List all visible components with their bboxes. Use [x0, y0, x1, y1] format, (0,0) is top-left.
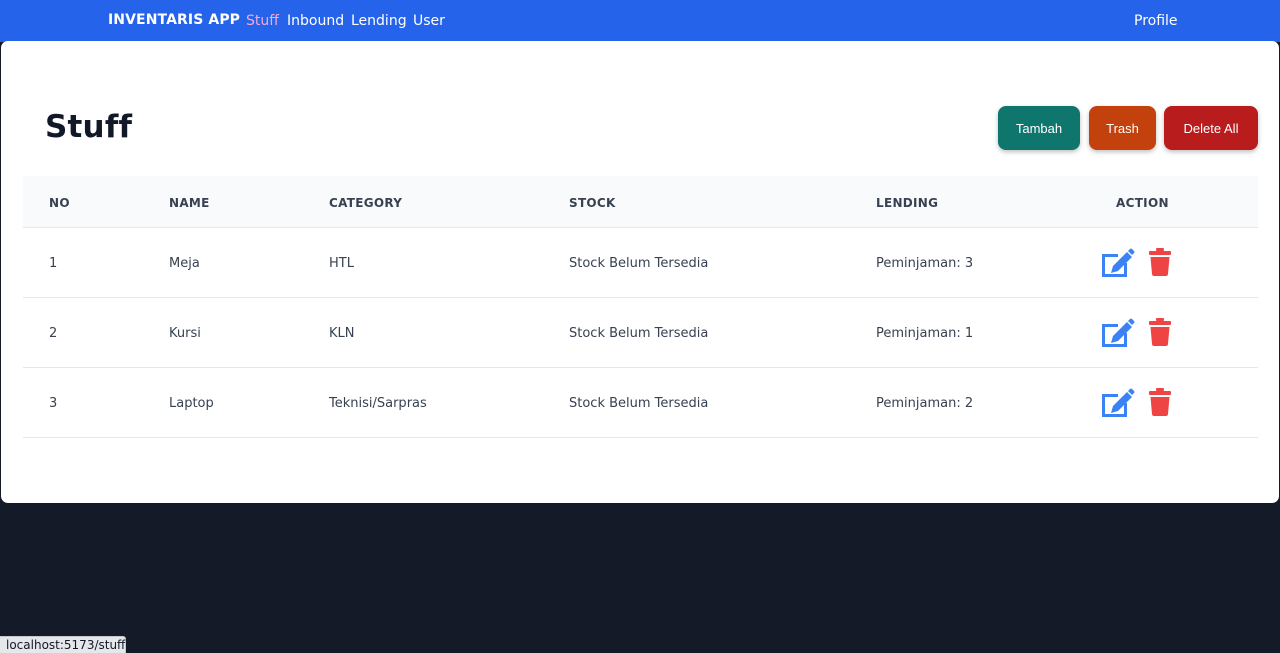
cell-category: Teknisi/Sarpras [329, 396, 427, 411]
table-row: 2 Kursi KLN Stock Belum Tersedia Peminja… [23, 298, 1258, 368]
nav-link-lending[interactable]: Lending [351, 13, 407, 29]
nav-link-user[interactable]: User [413, 13, 445, 29]
top-navbar: INVENTARIS APP Stuff Inbound Lending Use… [0, 0, 1280, 42]
cell-lending: Peminjaman: 2 [876, 396, 974, 411]
trash-icon[interactable] [1149, 248, 1171, 276]
column-header-action: ACTION [1116, 196, 1169, 210]
cell-stock: Stock Belum Tersedia [569, 256, 709, 271]
edit-icon[interactable] [1099, 386, 1135, 420]
cell-stock: Stock Belum Tersedia [569, 326, 709, 341]
browser-status-url: localhost:5173/stuff [0, 636, 126, 653]
trash-icon[interactable] [1149, 388, 1171, 416]
column-header-name: NAME [169, 196, 210, 210]
cell-name: Kursi [169, 326, 201, 341]
column-header-lending: LENDING [876, 196, 939, 210]
cell-lending: Peminjaman: 1 [876, 326, 974, 341]
edit-icon[interactable] [1099, 246, 1135, 280]
app-brand[interactable]: INVENTARIS APP [108, 12, 240, 28]
cell-name: Laptop [169, 396, 214, 411]
cell-name: Meja [169, 256, 200, 271]
page-title: Stuff [45, 109, 133, 145]
nav-link-profile[interactable]: Profile [1134, 13, 1178, 29]
table-header: NO NAME CATEGORY STOCK LENDING ACTION [23, 176, 1258, 228]
tambah-button[interactable]: Tambah [998, 106, 1080, 150]
content-card: Stuff Tambah Trash Delete All NO NAME CA… [1, 41, 1279, 503]
cell-category: KLN [329, 326, 355, 341]
trash-button[interactable]: Trash [1089, 106, 1156, 150]
cell-lending: Peminjaman: 3 [876, 256, 974, 271]
table-row: 1 Meja HTL Stock Belum Tersedia Peminjam… [23, 228, 1258, 298]
nav-link-stuff[interactable]: Stuff [246, 13, 279, 29]
delete-all-button[interactable]: Delete All [1164, 106, 1258, 150]
column-header-category: CATEGORY [329, 196, 403, 210]
column-header-stock: STOCK [569, 196, 616, 210]
cell-no: 3 [49, 396, 58, 411]
cell-no: 1 [49, 256, 58, 271]
table-row: 3 Laptop Teknisi/Sarpras Stock Belum Ter… [23, 368, 1258, 438]
column-header-no: NO [49, 196, 70, 210]
trash-icon[interactable] [1149, 318, 1171, 346]
edit-icon[interactable] [1099, 316, 1135, 350]
cell-category: HTL [329, 256, 354, 271]
cell-no: 2 [49, 326, 58, 341]
cell-stock: Stock Belum Tersedia [569, 396, 709, 411]
nav-link-inbound[interactable]: Inbound [287, 13, 344, 29]
